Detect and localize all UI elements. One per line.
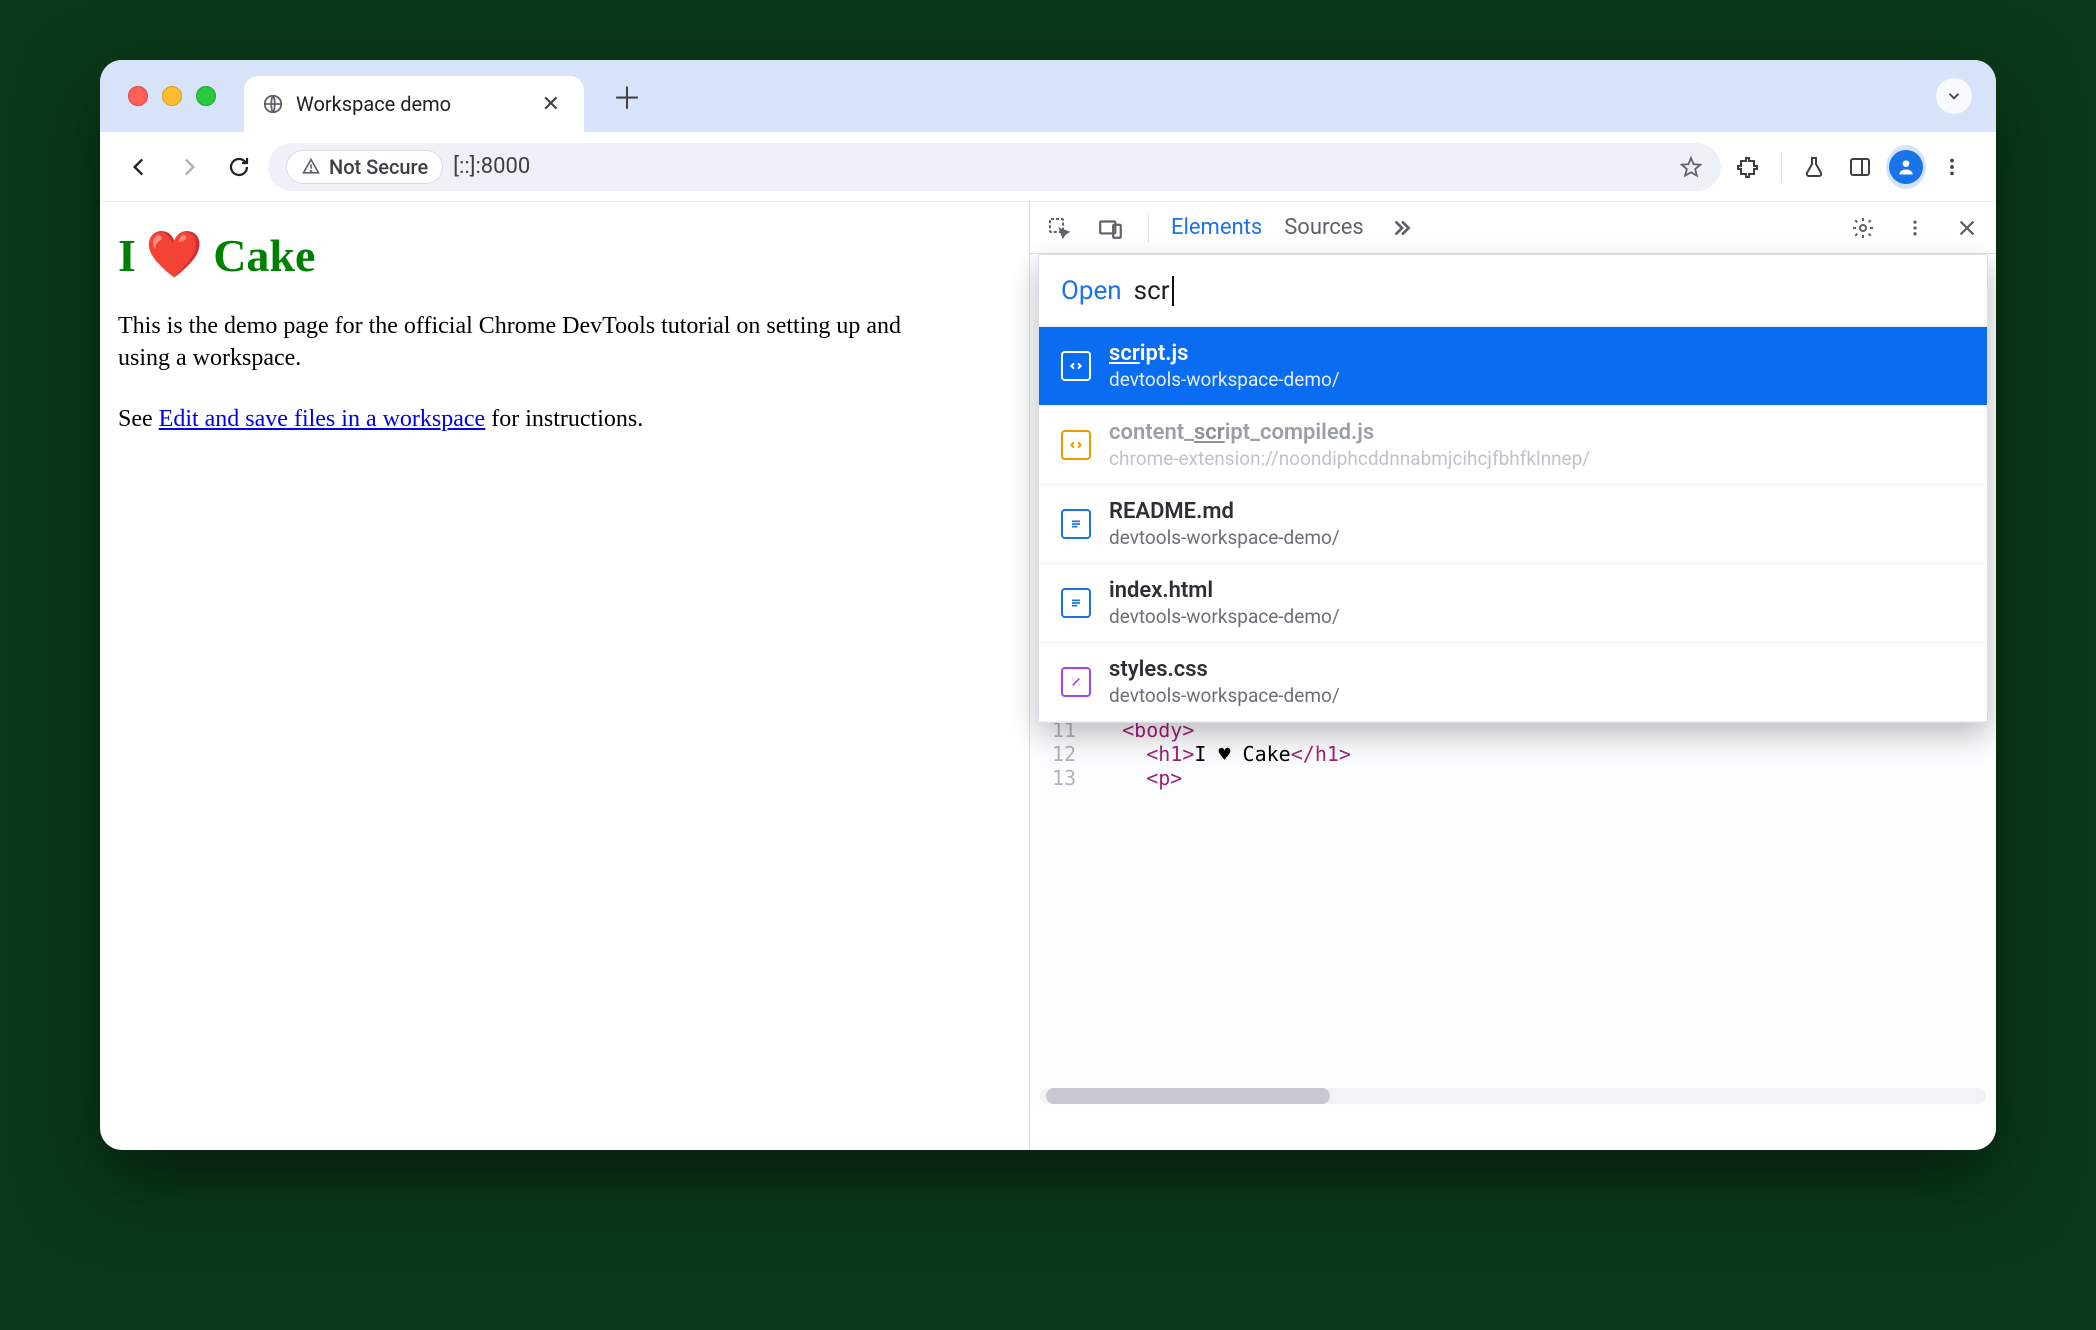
browser-toolbar: Not Secure [::]:8000 bbox=[100, 132, 1996, 202]
toolbar-right bbox=[1729, 147, 1978, 187]
devtools-panel: Elements Sources 10 bbox=[1029, 202, 1996, 1150]
file-type-icon bbox=[1061, 509, 1091, 539]
line-number: 12 bbox=[1038, 742, 1082, 766]
file-type-icon bbox=[1061, 351, 1091, 381]
extensions-icon[interactable] bbox=[1729, 147, 1769, 187]
command-menu: Open scr script.js devtools-workspace-de… bbox=[1038, 254, 1988, 723]
page-viewport: I ❤️ Cake This is the demo page for the … bbox=[100, 202, 1029, 1150]
heading-text-i: I bbox=[118, 229, 136, 282]
devtools-menu-icon[interactable] bbox=[1900, 213, 1930, 243]
result-filename: styles.css bbox=[1109, 657, 1340, 682]
tab-close-button[interactable]: ✕ bbox=[536, 92, 566, 117]
toolbar-divider bbox=[1781, 152, 1782, 182]
minimize-window-button[interactable] bbox=[162, 86, 182, 106]
kebab-menu-icon[interactable] bbox=[1932, 147, 1972, 187]
result-path: devtools-workspace-demo/ bbox=[1109, 368, 1340, 391]
reload-button[interactable] bbox=[218, 146, 260, 188]
result-path: devtools-workspace-demo/ bbox=[1109, 684, 1340, 707]
url-text: [::]:8000 bbox=[453, 154, 530, 179]
forward-button[interactable] bbox=[168, 146, 210, 188]
line-number: 13 bbox=[1038, 766, 1082, 790]
horizontal-scrollbar[interactable] bbox=[1040, 1088, 1986, 1104]
code-text: <p> bbox=[1098, 766, 1182, 790]
new-tab-button[interactable]: ＋ bbox=[602, 70, 652, 122]
source-line[interactable]: 13 <p> bbox=[1038, 766, 1996, 790]
result-filename: content_script_compiled.js bbox=[1109, 420, 1590, 445]
browser-window: Workspace demo ✕ ＋ Not Secure [::]:8000 bbox=[100, 60, 1996, 1150]
page-paragraph-1: This is the demo page for the official C… bbox=[118, 310, 938, 375]
result-filename: README.md bbox=[1109, 499, 1340, 524]
more-tabs-icon[interactable] bbox=[1386, 213, 1416, 243]
maximize-window-button[interactable] bbox=[196, 86, 216, 106]
command-result-item[interactable]: styles.css devtools-workspace-demo/ bbox=[1039, 643, 1987, 722]
command-result-item[interactable]: README.md devtools-workspace-demo/ bbox=[1039, 485, 1987, 564]
bookmark-star-icon[interactable] bbox=[1679, 155, 1703, 179]
command-label: Open bbox=[1061, 276, 1122, 306]
heading-text-cake: Cake bbox=[213, 229, 315, 282]
globe-icon bbox=[262, 93, 284, 115]
command-input-row[interactable]: Open scr bbox=[1039, 255, 1987, 327]
result-path: chrome-extension://noondiphcddnnabmjcihc… bbox=[1109, 447, 1590, 470]
result-path: devtools-workspace-demo/ bbox=[1109, 605, 1340, 628]
command-query: scr bbox=[1134, 276, 1174, 306]
content-area: I ❤️ Cake This is the demo page for the … bbox=[100, 202, 1996, 1150]
result-path: devtools-workspace-demo/ bbox=[1109, 526, 1340, 549]
code-text: <h1>I ♥ Cake</h1> bbox=[1098, 742, 1351, 766]
close-window-button[interactable] bbox=[128, 86, 148, 106]
tab-search-button[interactable] bbox=[1936, 78, 1972, 114]
command-result-item[interactable]: script.js devtools-workspace-demo/ bbox=[1039, 327, 1987, 406]
command-result-item[interactable]: index.html devtools-workspace-demo/ bbox=[1039, 564, 1987, 643]
device-toolbar-icon[interactable] bbox=[1096, 213, 1126, 243]
devtools-close-icon[interactable] bbox=[1952, 213, 1982, 243]
security-label: Not Secure bbox=[329, 155, 428, 179]
source-line[interactable]: 12 <h1>I ♥ Cake</h1> bbox=[1038, 742, 1996, 766]
workspace-tutorial-link[interactable]: Edit and save files in a workspace bbox=[159, 406, 486, 432]
para2-prefix: See bbox=[118, 406, 159, 432]
command-result-item[interactable]: content_script_compiled.js chrome-extens… bbox=[1039, 406, 1987, 485]
tab-strip: Workspace demo ✕ ＋ bbox=[100, 60, 1996, 132]
browser-tab[interactable]: Workspace demo ✕ bbox=[244, 76, 584, 132]
tab-sources[interactable]: Sources bbox=[1284, 211, 1364, 244]
file-type-icon bbox=[1061, 588, 1091, 618]
security-badge[interactable]: Not Secure bbox=[286, 150, 443, 184]
page-paragraph-2: See Edit and save files in a workspace f… bbox=[118, 403, 938, 435]
labs-icon[interactable] bbox=[1794, 147, 1834, 187]
address-bar[interactable]: Not Secure [::]:8000 bbox=[268, 143, 1721, 191]
profile-button[interactable] bbox=[1886, 147, 1926, 187]
page-heading: I ❤️ Cake bbox=[118, 228, 1011, 282]
tab-title: Workspace demo bbox=[296, 92, 524, 116]
file-type-icon bbox=[1061, 667, 1091, 697]
side-panel-icon[interactable] bbox=[1840, 147, 1880, 187]
back-button[interactable] bbox=[118, 146, 160, 188]
tab-elements[interactable]: Elements bbox=[1171, 211, 1262, 244]
window-controls bbox=[128, 86, 216, 106]
devtools-tab-bar: Elements Sources bbox=[1030, 202, 1996, 254]
result-filename: script.js bbox=[1109, 341, 1340, 366]
result-filename: index.html bbox=[1109, 578, 1340, 603]
para2-suffix: for instructions. bbox=[485, 406, 643, 432]
settings-gear-icon[interactable] bbox=[1848, 213, 1878, 243]
heart-icon: ❤️ bbox=[146, 228, 203, 282]
inspect-element-icon[interactable] bbox=[1044, 213, 1074, 243]
file-type-icon bbox=[1061, 430, 1091, 460]
